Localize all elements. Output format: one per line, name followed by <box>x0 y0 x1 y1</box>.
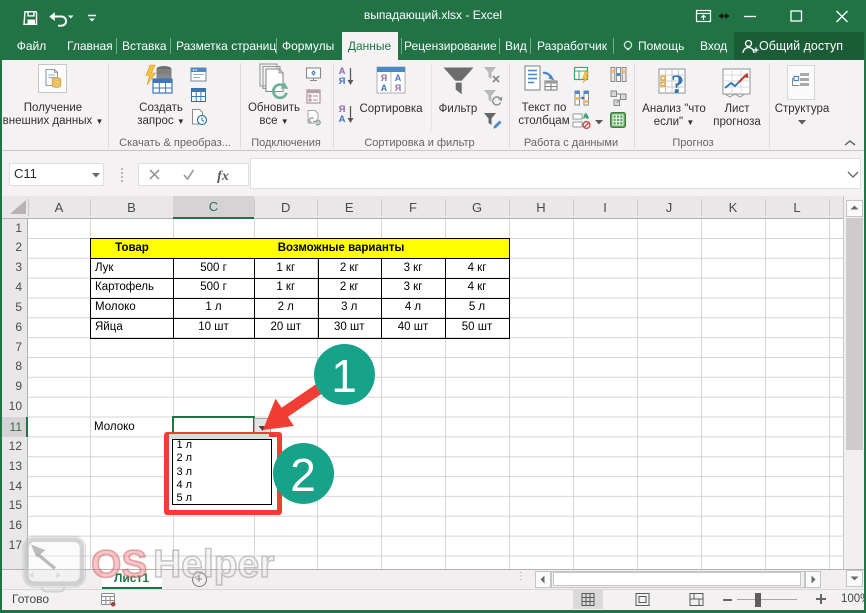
svg-text:А: А <box>339 114 346 125</box>
svg-text:Я: Я <box>339 76 346 87</box>
svg-text:А: А <box>381 83 388 93</box>
svg-text:Я: Я <box>395 83 401 93</box>
svg-text:fx: fx <box>217 169 229 184</box>
svg-text:А: А <box>395 73 402 83</box>
svg-text:OS: OS <box>91 543 147 586</box>
svg-text:?: ? <box>671 70 684 99</box>
svg-text:Я: Я <box>381 73 387 83</box>
svg-text:Helper: Helper <box>153 543 274 586</box>
